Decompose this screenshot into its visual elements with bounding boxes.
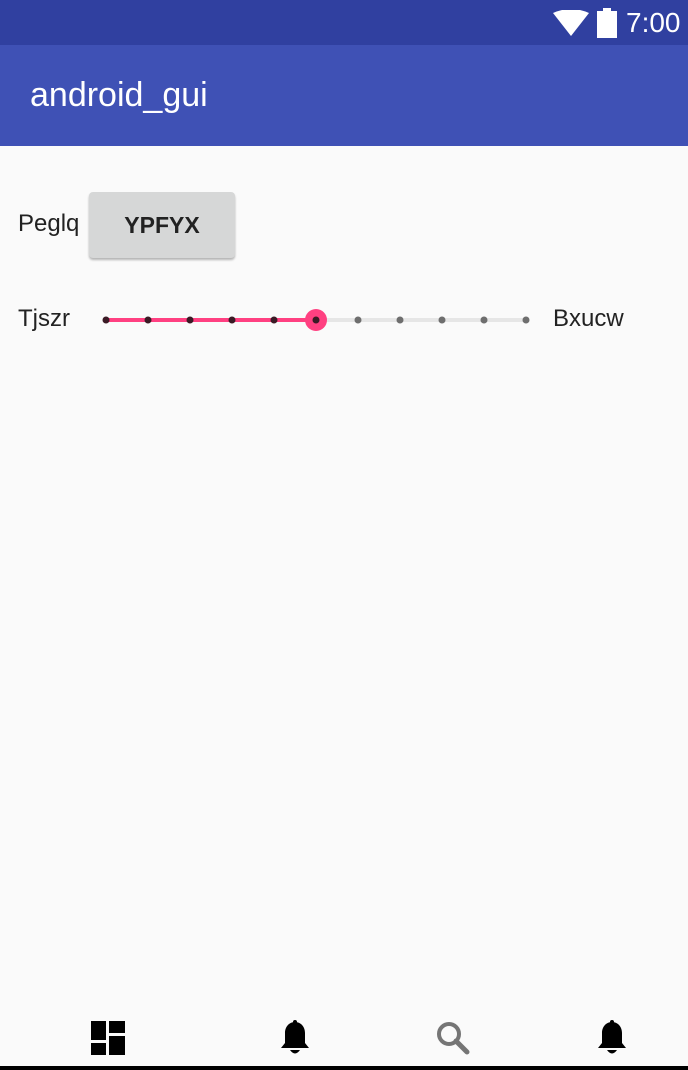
slider-tick bbox=[270, 316, 278, 324]
nav-item-dashboard[interactable] bbox=[68, 1010, 148, 1066]
ypfyx-button[interactable]: YPFYX bbox=[89, 192, 235, 258]
search-icon bbox=[437, 1022, 470, 1055]
dashboard-icon bbox=[91, 1021, 125, 1055]
bell-icon bbox=[281, 1020, 309, 1054]
slider-max-label: Bxucw bbox=[553, 305, 624, 332]
screen: 7:00 android_gui Peglq YPFYX Tjszr Bxucw bbox=[0, 0, 688, 1070]
app-bar: android_gui bbox=[0, 45, 688, 146]
slider-tick bbox=[186, 316, 194, 324]
nav-item-alerts[interactable] bbox=[572, 1010, 652, 1066]
slider-tick bbox=[144, 316, 152, 324]
discrete-slider[interactable] bbox=[96, 300, 536, 340]
ypfyx-button-label: YPFYX bbox=[124, 211, 200, 238]
slider-tick bbox=[438, 316, 446, 324]
bottom-navigation bbox=[0, 1010, 688, 1066]
slider-tick bbox=[480, 316, 488, 324]
bell-icon bbox=[598, 1020, 626, 1054]
status-bar: 7:00 bbox=[0, 0, 688, 45]
nav-item-notifications[interactable] bbox=[255, 1010, 335, 1066]
nav-bar-edge bbox=[0, 1066, 688, 1070]
app-title: android_gui bbox=[30, 76, 208, 114]
status-time: 7:00 bbox=[626, 7, 681, 38]
battery-icon bbox=[597, 8, 617, 38]
row1-label: Peglq bbox=[18, 210, 80, 237]
slider-tick bbox=[354, 316, 362, 324]
slider-tick bbox=[102, 316, 110, 324]
slider-thumb-center bbox=[312, 316, 320, 324]
slider-min-label: Tjszr bbox=[18, 305, 70, 332]
nav-item-search[interactable] bbox=[413, 1010, 493, 1066]
wifi-icon bbox=[553, 10, 589, 36]
slider-tick bbox=[228, 316, 236, 324]
slider-tick bbox=[396, 316, 404, 324]
slider-tick bbox=[522, 316, 530, 324]
